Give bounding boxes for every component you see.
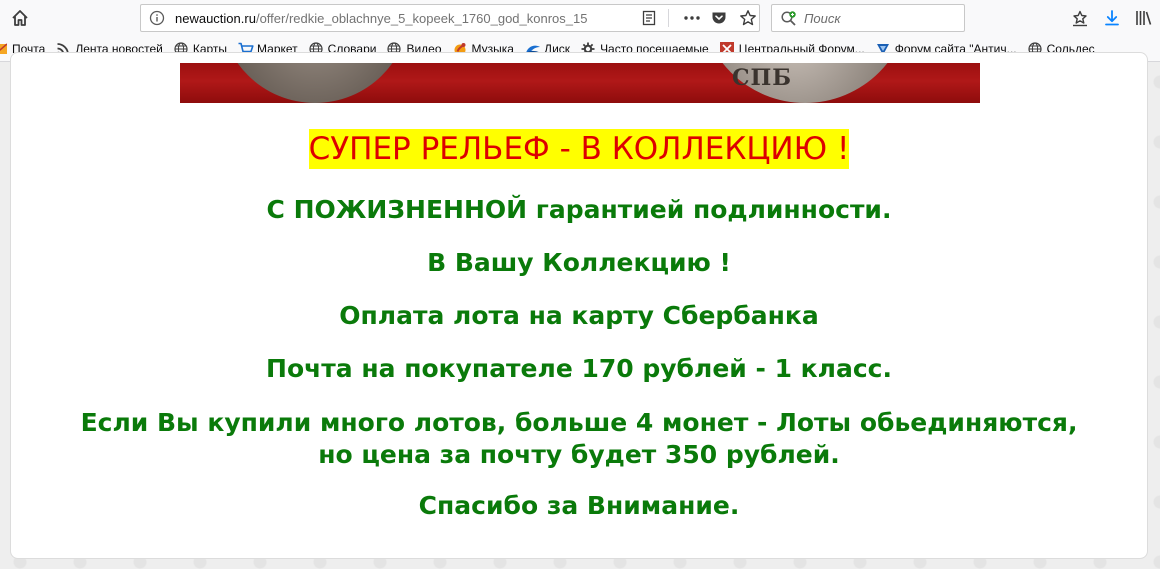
payment-line: Оплата лота на карту Сбербанка — [339, 301, 819, 330]
multi-lot-line: Если Вы купили много лотов, больше 4 мон… — [80, 408, 1078, 437]
home-icon[interactable] — [8, 6, 32, 30]
page-actions-icon[interactable] — [683, 10, 701, 26]
bookmark-star-icon[interactable] — [739, 9, 757, 27]
guarantee-line: С ПОЖИЗНЕННОЙ гарантией подлинности. — [266, 195, 892, 224]
page-content: СПБ СУПЕР РЕЛЬЕФ - В КОЛЛЕКЦИЮ ! С ПОЖИЗ… — [0, 52, 1160, 569]
thanks-line: Спасибо за Внимание. — [418, 491, 740, 520]
multi-lot-price-line: но цена за почту будет 350 рублей. — [318, 440, 840, 469]
info-icon[interactable] — [149, 10, 165, 26]
library-icon[interactable] — [1134, 8, 1154, 28]
download-icon[interactable] — [1102, 8, 1122, 28]
headline-wrap: СУПЕР РЕЛЬЕФ - В КОЛЛЕКЦИЮ ! — [11, 129, 1147, 169]
url-bar[interactable]: newauction.ru/offer/redkie_oblachnye_5_k… — [140, 4, 760, 32]
browser-toolbar: newauction.ru/offer/redkie_oblachnye_5_k… — [0, 0, 1160, 36]
search-bar[interactable]: Поиск — [771, 4, 965, 32]
reader-view-icon[interactable] — [641, 10, 657, 26]
mail-icon — [0, 42, 8, 56]
url-text[interactable]: newauction.ru/offer/redkie_oblachnye_5_k… — [175, 11, 645, 26]
lot-description-card: СПБ СУПЕР РЕЛЬЕФ - В КОЛЛЕКЦИЮ ! С ПОЖИЗ… — [10, 52, 1148, 559]
shipping-line: Почта на покупателе 170 рублей - 1 класс… — [266, 354, 892, 383]
coin-mint-mark: СПБ — [732, 65, 793, 91]
coin-obverse — [220, 63, 410, 103]
url-separator — [668, 9, 669, 27]
show-bookmarks-icon[interactable] — [1070, 8, 1090, 28]
url-domain: newauction.ru — [175, 11, 256, 26]
search-icon — [780, 10, 798, 28]
coin-photo[interactable]: СПБ — [180, 63, 980, 103]
url-path: /offer/redkie_oblachnye_5_kopeek_1760_go… — [255, 11, 588, 26]
headline: СУПЕР РЕЛЬЕФ - В КОЛЛЕКЦИЮ ! — [308, 129, 850, 169]
search-placeholder: Поиск — [804, 11, 841, 26]
pocket-icon[interactable] — [711, 10, 727, 26]
collection-line: В Вашу Коллекцию ! — [427, 248, 731, 277]
